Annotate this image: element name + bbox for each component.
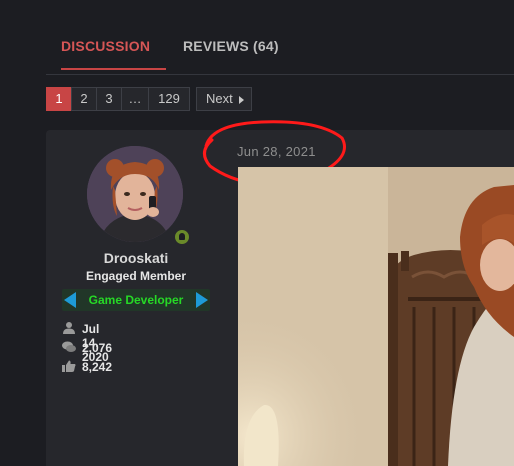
page-link-1[interactable]: 1: [46, 87, 72, 111]
username[interactable]: Drooskati: [46, 250, 226, 266]
post-tabs: DISCUSSION REVIEWS (64): [46, 26, 514, 75]
user-title: Engaged Member: [85, 269, 187, 283]
thumbs-up-icon: [62, 360, 76, 372]
page-link-3[interactable]: 3: [96, 87, 122, 111]
user-banner: Game Developer: [62, 289, 210, 311]
tab-discussion[interactable]: DISCUSSION: [61, 38, 166, 70]
online-status-icon: [173, 228, 191, 246]
page-link-2[interactable]: 2: [71, 87, 97, 111]
next-page-label: Next: [206, 91, 233, 106]
post-image-render: [238, 167, 514, 466]
stat-messages-value: 2,076: [82, 341, 113, 355]
user-icon: [63, 322, 75, 334]
page-jump-ellipsis[interactable]: …: [121, 87, 149, 111]
avatar-image: [87, 146, 183, 242]
pagination: 1 2 3 … 129: [46, 87, 190, 111]
post-image[interactable]: [238, 167, 514, 466]
post-container: Drooskati Engaged Member Game Developer …: [46, 120, 514, 466]
next-page-button[interactable]: Next: [196, 87, 252, 111]
tab-reviews[interactable]: REVIEWS (64): [183, 38, 279, 54]
comments-icon: [62, 341, 76, 352]
chevron-right-icon: [239, 96, 244, 104]
page-link-last[interactable]: 129: [148, 87, 190, 111]
tab-discussion-label: DISCUSSION: [61, 38, 151, 54]
stat-reactions-value: 8,242: [82, 360, 113, 374]
user-banner-label: Game Developer: [88, 293, 184, 307]
avatar[interactable]: [87, 146, 183, 242]
